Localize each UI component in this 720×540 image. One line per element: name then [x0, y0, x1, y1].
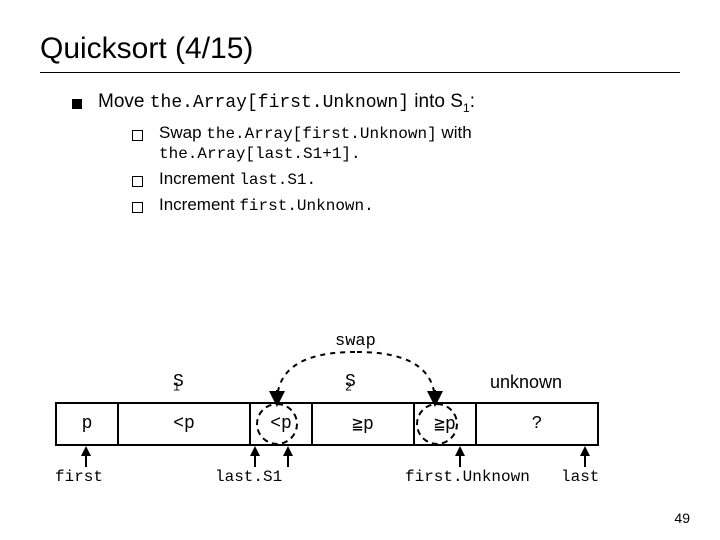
swap-label: swap — [335, 332, 376, 351]
arrow-up-icon — [250, 446, 260, 456]
bullet-subscript: 1 — [463, 101, 470, 115]
region-unknown: unknown — [490, 372, 562, 393]
bullet-main: Move the.Array[first.Unknown] into S1: — [72, 91, 680, 115]
sub-bullet-list: Swap the.Array[first.Unknown] with the.A… — [132, 123, 680, 215]
arrow-up-icon — [81, 446, 91, 456]
ptr-last: last — [561, 468, 599, 486]
square-bullet-icon — [72, 99, 82, 109]
sub2-pre: Increment — [159, 169, 239, 188]
region-s1: S1 — [173, 372, 180, 395]
sub-bullet-3: Increment first.Unknown. — [132, 195, 680, 215]
sub3-code1: first.Unknown. — [239, 197, 373, 215]
sub-bullet-2: Increment last.S1. — [132, 169, 680, 189]
region-s2: S2 — [345, 372, 352, 395]
sub1-code2: the.Array[last.S1+1]. — [159, 145, 361, 163]
array-row: p <p <p ≧p ≧p ? — [55, 402, 599, 446]
ptr-first: first — [55, 468, 103, 486]
sub1-mid: with — [437, 123, 472, 142]
arrow-up-icon — [455, 446, 465, 456]
sub1-pre: Swap — [159, 123, 206, 142]
cell-ge-region: ≧p — [313, 404, 415, 444]
hollow-bullet-icon — [132, 202, 143, 213]
ptr-lasts1: last.S1 — [215, 468, 282, 486]
swap-circle-icon — [256, 403, 298, 445]
slide-title: Quicksort (4/15) — [40, 32, 680, 66]
cell-pivot: p — [57, 404, 119, 444]
bullet-tail: : — [470, 91, 475, 112]
ptr-firstunknown: first.Unknown — [405, 468, 530, 486]
hollow-bullet-icon — [132, 130, 143, 141]
bullet-code: the.Array[first.Unknown] — [150, 93, 409, 113]
sub1-code1: the.Array[first.Unknown] — [206, 125, 436, 143]
sub3-pre: Increment — [159, 195, 239, 214]
cell-unknown: ? — [477, 404, 597, 444]
cell-less-region: <p — [119, 404, 251, 444]
page-number: 49 — [674, 510, 690, 526]
arrow-up-icon — [580, 446, 590, 456]
sub2-code1: last.S1. — [239, 171, 316, 189]
hollow-bullet-icon — [132, 176, 143, 187]
title-rule — [40, 72, 680, 73]
sub-bullet-1: Swap the.Array[first.Unknown] with the.A… — [132, 123, 680, 163]
bullet-text-post: into S — [409, 91, 463, 112]
arrow-up-icon — [283, 446, 293, 456]
bullet-text-pre: Move — [98, 91, 150, 112]
swap-circle-icon — [416, 403, 458, 445]
